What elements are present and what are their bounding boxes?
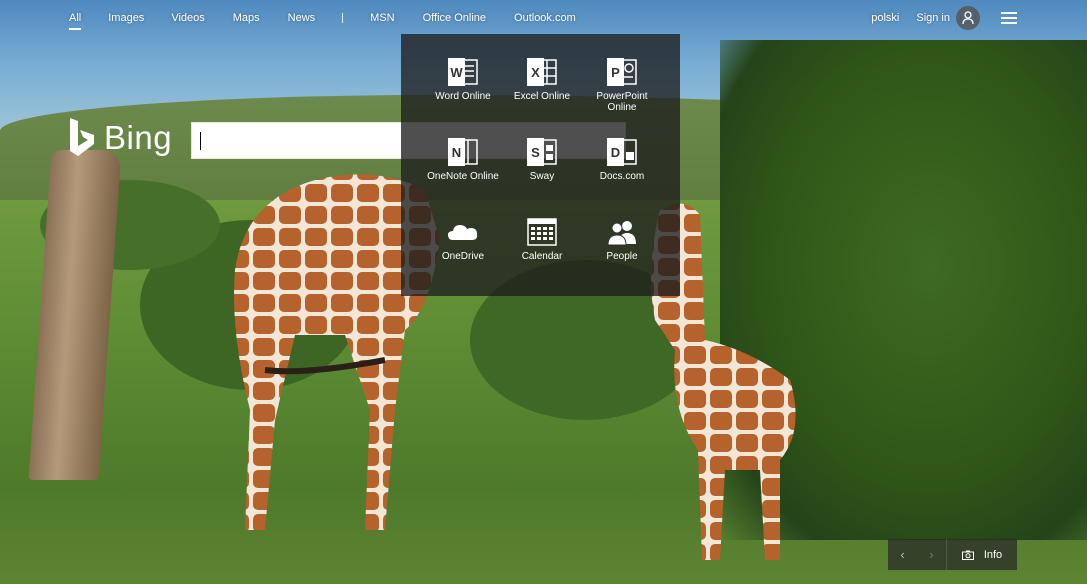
app-label: People [606, 251, 638, 262]
nav-all[interactable]: All [69, 12, 82, 30]
nav-account-area: polski Sign in [871, 0, 1087, 36]
app-label: Calendar [521, 251, 563, 262]
app-onenote-online[interactable]: N OneNote Online [423, 114, 503, 194]
office-apps-panel: W Word Online X Excel Online P PowerPoin… [401, 34, 680, 296]
app-label: PowerPoint Online [596, 91, 648, 113]
nav-office-online[interactable]: Office Online [423, 12, 486, 24]
app-excel-online[interactable]: X Excel Online [502, 34, 582, 114]
onenote-icon: N [448, 138, 478, 166]
excel-icon: X [527, 58, 557, 86]
onedrive-icon [448, 225, 478, 240]
nav-links: All Images Videos Maps News MSN Office O… [69, 12, 576, 30]
nav-msn[interactable]: MSN [370, 12, 394, 24]
app-label: OneNote Online [427, 171, 499, 182]
svg-text:N: N [452, 145, 461, 160]
app-sway[interactable]: S Sway [502, 114, 582, 194]
svg-text:D: D [611, 145, 620, 160]
image-info-button[interactable]: Info [946, 539, 1017, 570]
nav-separator [342, 13, 344, 23]
language-link[interactable]: polski [871, 12, 899, 24]
svg-text:W: W [450, 65, 463, 80]
sign-in-link[interactable]: Sign in [916, 12, 950, 24]
app-people[interactable]: People [582, 194, 662, 274]
app-powerpoint-online[interactable]: P PowerPoint Online [582, 34, 662, 114]
people-icon [607, 221, 636, 246]
app-label: OneDrive [441, 251, 485, 262]
svg-text:X: X [531, 65, 540, 80]
user-icon[interactable] [956, 6, 980, 30]
calendar-icon [527, 218, 557, 246]
word-icon: W [448, 58, 478, 86]
user-silhouette-icon [962, 11, 974, 25]
previous-image-button[interactable]: ‹ [888, 539, 917, 570]
nav-outlook[interactable]: Outlook.com [514, 12, 576, 24]
bing-logo-icon [70, 118, 94, 156]
nav-news[interactable]: News [288, 12, 316, 24]
info-label: Info [983, 548, 1003, 561]
next-image-button[interactable]: › [917, 539, 946, 570]
bing-logo[interactable]: Bing [68, 118, 172, 158]
bing-logo-text: Bing [104, 119, 173, 156]
text-caret [200, 132, 201, 150]
app-onedrive[interactable]: OneDrive [423, 194, 503, 274]
app-label: Word Online [435, 91, 491, 102]
app-label: Excel Online [513, 91, 571, 102]
nav-maps[interactable]: Maps [233, 12, 260, 24]
sway-icon: S [527, 138, 557, 166]
app-docs-com[interactable]: D Docs.com [582, 114, 662, 194]
docs-icon: D [607, 138, 637, 166]
app-calendar[interactable]: Calendar [502, 194, 582, 274]
top-navigation: All Images Videos Maps News MSN Office O… [0, 0, 1087, 36]
app-label: Docs.com [599, 171, 645, 182]
svg-text:P: P [611, 65, 620, 80]
nav-videos[interactable]: Videos [171, 12, 204, 24]
camera-icon [961, 550, 974, 560]
svg-text:S: S [531, 145, 540, 160]
image-controls: ‹ › Info [888, 539, 1017, 570]
hamburger-menu-icon[interactable] [1001, 12, 1017, 24]
powerpoint-icon: P [607, 58, 637, 86]
nav-images[interactable]: Images [108, 12, 144, 24]
app-word-online[interactable]: W Word Online [423, 34, 503, 114]
app-label: Sway [529, 171, 555, 182]
